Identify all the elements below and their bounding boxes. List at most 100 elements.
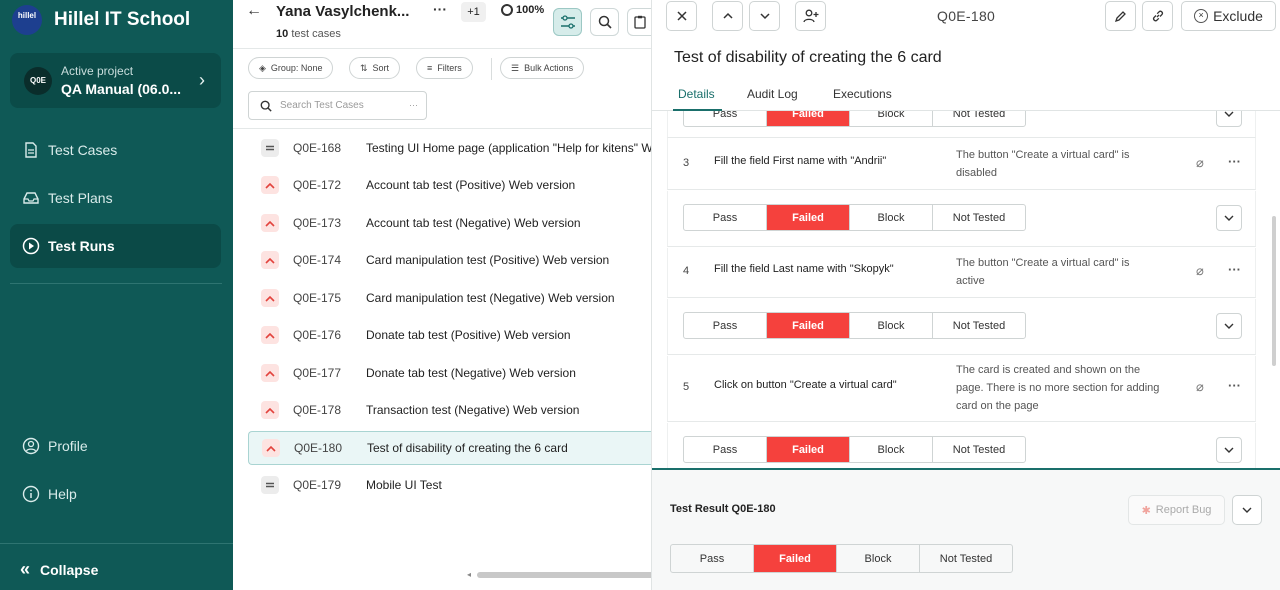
group-chip[interactable]: ◈ Group: None	[248, 57, 334, 79]
test-case-title: Mobile UI Test	[366, 478, 442, 492]
progress-value: 100%	[516, 4, 545, 16]
more-options-icon[interactable]: ···	[433, 1, 447, 17]
block-option[interactable]: Block	[850, 437, 933, 462]
step-result-row: Pass Failed Block Not Tested	[667, 299, 1256, 355]
search-button[interactable]	[590, 8, 619, 36]
step-dropdown-button[interactable]	[1216, 313, 1242, 339]
back-arrow-icon[interactable]: ←	[246, 2, 262, 20]
step-result-selector[interactable]: Pass Failed Block Not Tested	[683, 111, 1026, 127]
block-option[interactable]: Block	[850, 111, 933, 126]
active-project-card[interactable]: Q0E Active project QA Manual (06.0... ›	[10, 53, 221, 108]
filters-chip[interactable]: ≡ Filters	[416, 57, 473, 79]
block-option[interactable]: Block	[850, 205, 933, 230]
failed-option[interactable]: Failed	[767, 313, 850, 338]
tab-audit-log[interactable]: Audit Log	[747, 87, 798, 101]
nav-profile[interactable]: Profile	[10, 424, 221, 468]
attachment-icon[interactable]: ⌀	[1196, 155, 1204, 171]
not-tested-option[interactable]: Not Tested	[933, 437, 1025, 462]
step-dropdown-button[interactable]	[1216, 437, 1242, 463]
attachment-icon[interactable]: ⌀	[1196, 379, 1204, 395]
nav-test-cases[interactable]: Test Cases	[10, 128, 221, 172]
bulk-actions-chip[interactable]: ☰ Bulk Actions	[500, 57, 585, 79]
failed-option[interactable]: Failed	[767, 205, 850, 230]
nav-label: Test Cases	[48, 142, 118, 158]
test-case-row[interactable]: Q0E-179 Mobile UI Test	[248, 468, 651, 502]
test-case-row[interactable]: Q0E-168 Testing UI Home page (applicatio…	[248, 131, 651, 165]
step-result-selector[interactable]: Pass Failed Block Not Tested	[683, 312, 1026, 339]
expected-line: disabled	[956, 167, 997, 179]
test-case-row[interactable]: Q0E-178 Transaction test (Negative) Web …	[248, 393, 651, 427]
more-icon[interactable]: ···	[409, 100, 418, 110]
pass-option[interactable]: Pass	[684, 437, 767, 462]
vertical-scrollbar[interactable]	[1272, 216, 1276, 366]
nav-test-plans[interactable]: Test Plans	[10, 176, 221, 220]
failed-option[interactable]: Failed	[754, 545, 837, 572]
test-case-id: Q0E-180	[294, 441, 343, 455]
expected-line: The button "Create a virtual card" is	[956, 149, 1130, 161]
tab-executions[interactable]: Executions	[833, 87, 892, 101]
block-option[interactable]: Block	[837, 545, 920, 572]
pass-option[interactable]: Pass	[684, 205, 767, 230]
clipboard-button[interactable]	[627, 8, 651, 36]
test-case-row-selected[interactable]: Q0E-180 Test of disability of creating t…	[248, 431, 651, 465]
close-button[interactable]	[666, 1, 697, 31]
not-tested-option[interactable]: Not Tested	[920, 545, 1012, 572]
step-expected-result: The button "Create a virtual card" is ac…	[956, 254, 1188, 290]
result-dropdown-button[interactable]	[1232, 495, 1262, 525]
step-result-selector[interactable]: Pass Failed Block Not Tested	[683, 436, 1026, 463]
chevron-down-icon	[759, 13, 770, 20]
brand-name: Hillel IT School	[54, 9, 191, 30]
test-case-title: Testing UI Home page (application "Help …	[366, 141, 651, 155]
tab-details[interactable]: Details	[678, 87, 715, 101]
nav-help[interactable]: Help	[10, 472, 221, 516]
double-chevron-left-icon: «	[20, 559, 31, 579]
pass-option[interactable]: Pass	[684, 111, 767, 126]
expected-line: page. There is no more section for addin…	[956, 382, 1160, 394]
test-case-row[interactable]: Q0E-177 Donate tab test (Negative) Web v…	[248, 356, 651, 390]
test-result-selector[interactable]: Pass Failed Block Not Tested	[670, 544, 1013, 573]
assign-user-button[interactable]	[795, 1, 826, 31]
collapse-button[interactable]: « Collapse	[20, 559, 98, 580]
more-icon[interactable]: ···	[1228, 378, 1241, 393]
not-tested-option[interactable]: Not Tested	[933, 313, 1025, 338]
more-icon[interactable]: ···	[1228, 154, 1241, 169]
attachment-icon[interactable]: ⌀	[1196, 263, 1204, 279]
more-icon[interactable]: ···	[1228, 262, 1241, 277]
test-case-row[interactable]: Q0E-175 Card manipulation test (Negative…	[248, 281, 651, 315]
play-circle-icon	[22, 237, 40, 255]
failed-option[interactable]: Failed	[767, 111, 850, 126]
previous-button[interactable]	[712, 1, 743, 31]
not-tested-option[interactable]: Not Tested	[933, 205, 1025, 230]
pass-option[interactable]: Pass	[671, 545, 754, 572]
next-button[interactable]	[749, 1, 780, 31]
not-tested-option[interactable]: Not Tested	[933, 111, 1025, 126]
step-dropdown-button[interactable]	[1216, 111, 1242, 127]
block-option[interactable]: Block	[850, 313, 933, 338]
exclude-button[interactable]: × Exclude	[1181, 1, 1276, 31]
test-case-row[interactable]: Q0E-172 Account tab test (Positive) Web …	[248, 168, 651, 202]
test-case-row[interactable]: Q0E-174 Card manipulation test (Positive…	[248, 243, 651, 277]
copy-link-button[interactable]	[1142, 1, 1173, 31]
step-result-selector[interactable]: Pass Failed Block Not Tested	[683, 204, 1026, 231]
sort-chip[interactable]: ⇅ Sort	[349, 57, 401, 79]
pass-option[interactable]: Pass	[684, 313, 767, 338]
brand[interactable]: hillel Hillel IT School	[12, 5, 190, 35]
report-bug-button[interactable]: ✱ Report Bug	[1128, 495, 1225, 525]
priority-high-icon	[261, 176, 279, 194]
nav-test-runs[interactable]: Test Runs	[10, 224, 221, 268]
progress-ring-icon	[501, 4, 513, 16]
add-user-icon	[802, 9, 818, 23]
settings-sliders-button[interactable]	[553, 8, 582, 36]
scroll-left-icon[interactable]: ◂	[467, 570, 471, 579]
assignee-extra-badge[interactable]: +1	[461, 2, 486, 22]
nav-label: Test Runs	[48, 238, 115, 254]
edit-button[interactable]	[1105, 1, 1136, 31]
bug-icon: ✱	[1141, 504, 1151, 517]
test-case-row[interactable]: Q0E-176 Donate tab test (Positive) Web v…	[248, 318, 651, 352]
step-dropdown-button[interactable]	[1216, 205, 1242, 231]
search-test-cases[interactable]: ···	[248, 91, 427, 120]
search-input[interactable]	[280, 100, 400, 111]
priority-high-icon	[261, 401, 279, 419]
failed-option[interactable]: Failed	[767, 437, 850, 462]
test-case-row[interactable]: Q0E-173 Account tab test (Negative) Web …	[248, 206, 651, 240]
